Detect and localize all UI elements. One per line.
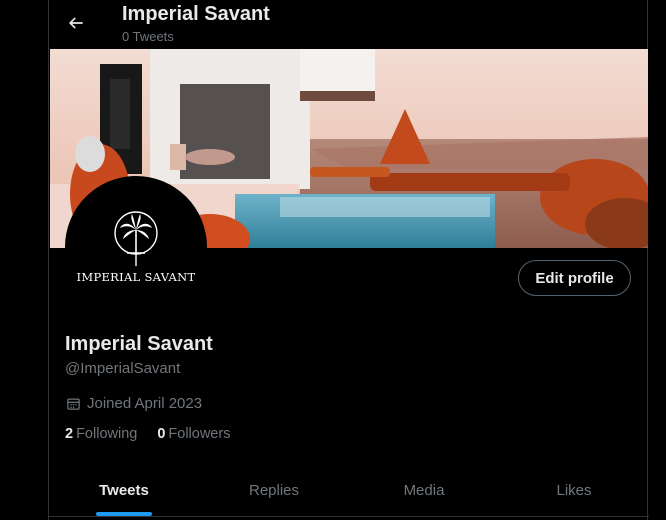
profile-column: Imperial Savant 0 Tweets IMPERIAL SAVANT… [48, 0, 649, 520]
active-tab-indicator [96, 512, 152, 516]
profile-header: Imperial Savant 0 Tweets [49, 0, 649, 48]
avatar-logo-text: IMPERIAL SAVANT [76, 270, 196, 284]
user-handle: @ImperialSavant [65, 360, 181, 377]
following-count: 2 [65, 426, 74, 442]
header-title: Imperial Savant [122, 3, 270, 25]
edit-profile-button[interactable]: Edit profile [518, 260, 631, 296]
join-date-text: Joined April 2023 [87, 395, 203, 412]
palm-tree-icon [114, 211, 158, 266]
tab-replies-label: Replies [248, 481, 300, 499]
calendar-icon [66, 396, 81, 411]
followers-label: Followers [168, 426, 231, 442]
tweet-count: 0 Tweets [122, 29, 174, 44]
following-link[interactable]: 2 Following [65, 426, 137, 442]
tab-likes[interactable]: Likes [499, 464, 649, 516]
profile-tabs: Tweets Replies Media Likes [49, 464, 649, 517]
back-button[interactable] [61, 8, 91, 38]
display-name: Imperial Savant [65, 333, 213, 355]
tab-media-label: Media [403, 481, 445, 499]
tab-tweets-label: Tweets [99, 481, 149, 499]
tab-replies[interactable]: Replies [199, 464, 349, 516]
arrow-left-icon [68, 17, 83, 29]
following-label: Following [76, 426, 138, 442]
follow-stats: 2 Following 0 Followers [65, 426, 250, 442]
followers-count: 0 [157, 426, 166, 442]
join-date: Joined April 2023 [66, 395, 202, 412]
tab-tweets[interactable]: Tweets [49, 464, 199, 516]
tab-likes-label: Likes [556, 481, 592, 499]
followers-link[interactable]: 0 Followers [157, 426, 230, 442]
tab-media[interactable]: Media [349, 464, 499, 516]
profile-avatar[interactable]: IMPERIAL SAVANT [65, 176, 207, 318]
